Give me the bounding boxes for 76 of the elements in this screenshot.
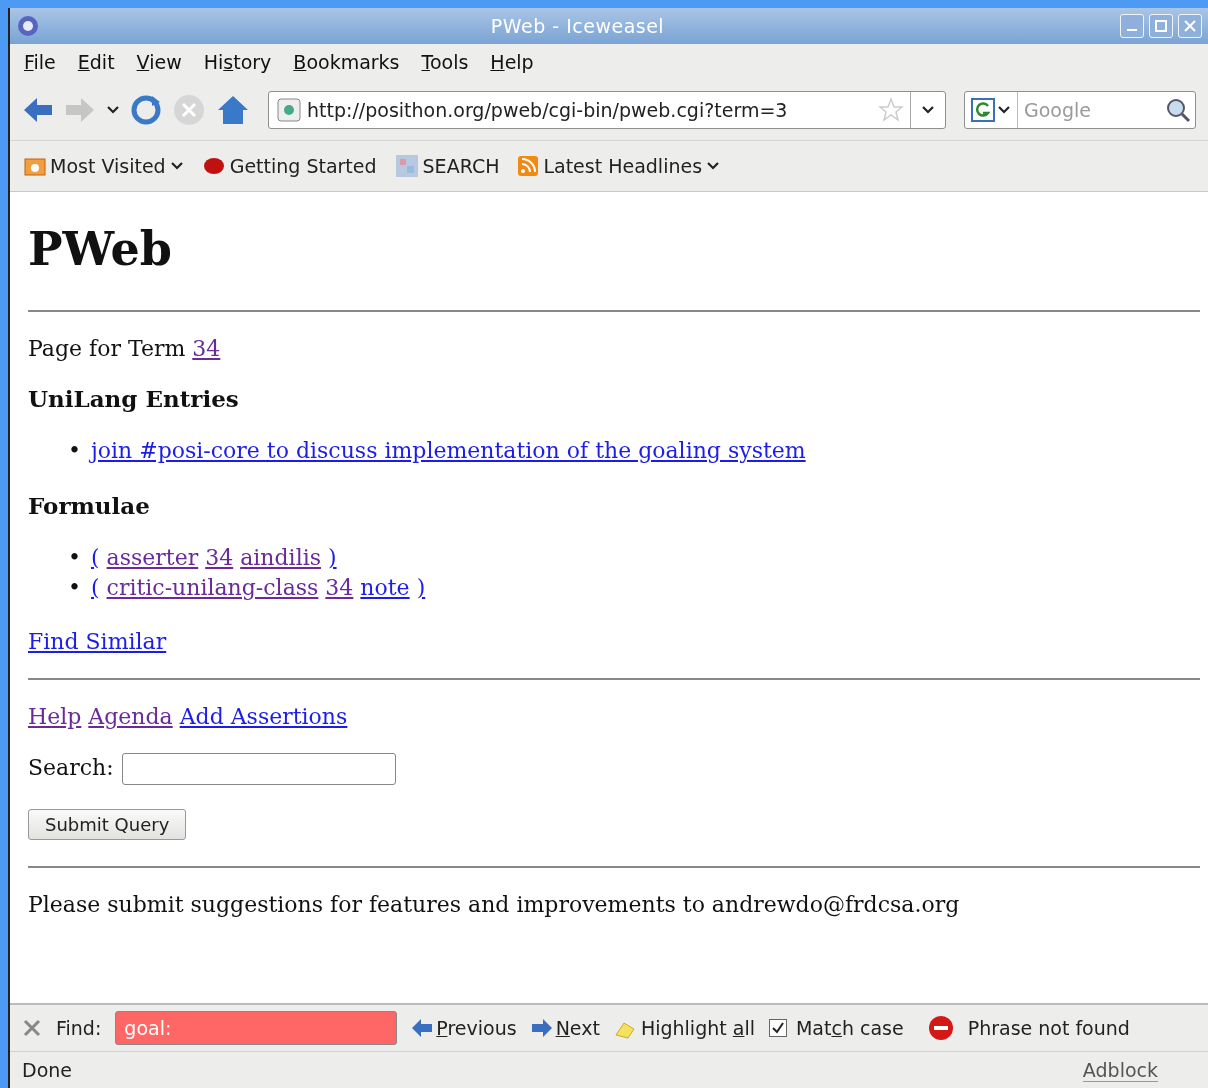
- link[interactable]: (: [91, 575, 100, 600]
- find-button[interactable]: Highlight all: [613, 1017, 755, 1039]
- link[interactable]: (: [91, 545, 100, 570]
- caret-icon: [169, 161, 184, 171]
- footer-link[interactable]: Help: [28, 704, 82, 729]
- bullet: •: [68, 574, 81, 602]
- link[interactable]: critic-unilang-class: [106, 575, 319, 600]
- link[interactable]: ): [416, 575, 426, 600]
- error-icon: [927, 1015, 954, 1041]
- check-icon: [771, 1022, 784, 1034]
- back-icon[interactable]: [22, 95, 54, 125]
- menu-item[interactable]: View: [136, 51, 182, 73]
- match-case-checkbox[interactable]: Match case: [768, 1017, 904, 1039]
- window-title: PWeb - Iceweasel: [489, 15, 666, 37]
- section-heading: UniLang Entries: [28, 385, 240, 412]
- find-button[interactable]: Previous: [411, 1017, 517, 1039]
- link[interactable]: note: [360, 575, 410, 600]
- feed-icon: [517, 155, 540, 177]
- engine-caret-icon: [997, 105, 1011, 115]
- bookmark-item[interactable]: Getting Started: [201, 155, 377, 177]
- right-arrow-icon: [530, 1018, 553, 1038]
- section-heading: Formulae: [28, 492, 151, 519]
- home-icon[interactable]: [216, 94, 250, 126]
- menu-item[interactable]: Help: [490, 51, 534, 73]
- search-label: Search:: [28, 755, 114, 780]
- link[interactable]: 34: [205, 545, 234, 570]
- close-button[interactable]: [1178, 14, 1202, 38]
- status-text: Done: [22, 1059, 72, 1081]
- page-heading: PWeb: [28, 222, 173, 276]
- search-box[interactable]: Google: [964, 91, 1196, 129]
- term-label: Page for Term: [28, 336, 187, 361]
- search-icon[interactable]: [1165, 97, 1191, 123]
- adblock-link[interactable]: Adblock: [1082, 1058, 1158, 1082]
- find-status: Phrase not found: [967, 1017, 1130, 1039]
- history-caret-icon: [106, 105, 120, 115]
- left-arrow-icon: [411, 1018, 434, 1038]
- folder-icon: [24, 155, 46, 177]
- menu-item[interactable]: Edit: [77, 51, 115, 73]
- link[interactable]: join #posi-core to discuss implementation of the goaling system: [91, 438, 806, 463]
- bookmark-item[interactable]: Latest Headlines: [517, 155, 721, 177]
- engine-icon[interactable]: [971, 98, 995, 122]
- minimize-icon: [1127, 29, 1137, 31]
- bullet: •: [68, 437, 81, 465]
- link[interactable]: aindilis: [240, 545, 321, 570]
- close-icon: [1184, 20, 1196, 32]
- page-icon: [277, 98, 301, 122]
- menu-item[interactable]: Tools: [421, 51, 469, 73]
- link[interactable]: ): [328, 545, 337, 570]
- menu-item[interactable]: History: [203, 51, 272, 73]
- dropdown-caret-icon: [921, 105, 935, 115]
- find-label: Find:: [56, 1017, 102, 1039]
- find-button[interactable]: Next: [530, 1017, 600, 1039]
- bookmark-item[interactable]: SEARCH: [394, 154, 500, 178]
- menu-item[interactable]: File: [24, 51, 56, 73]
- bullet: •: [68, 544, 81, 572]
- close-icon[interactable]: [22, 1018, 42, 1038]
- footer-link[interactable]: Add Assertions: [179, 704, 348, 729]
- minimize-button[interactable]: [1120, 14, 1144, 38]
- search-field[interactable]: [121, 753, 396, 785]
- term-link[interactable]: 34: [192, 336, 221, 361]
- submit-button[interactable]: Submit Query: [28, 809, 187, 840]
- caret-icon: [706, 161, 721, 171]
- maximize-button[interactable]: [1149, 14, 1173, 38]
- address-bar[interactable]: http://posithon.org/pweb/cgi-bin/pweb.cgi?term=3: [268, 91, 946, 129]
- link[interactable]: 34: [325, 575, 354, 600]
- bookmark-item[interactable]: Most Visited: [24, 155, 184, 177]
- maximize-icon: [1155, 20, 1167, 32]
- star-icon[interactable]: [878, 97, 904, 123]
- pattern-icon: [394, 154, 419, 178]
- find-similar-link[interactable]: Find Similar: [28, 629, 167, 654]
- footer-link[interactable]: Agenda: [88, 704, 173, 729]
- link[interactable]: asserter: [106, 545, 199, 570]
- globe-icon: [16, 14, 40, 38]
- menu-item[interactable]: Bookmarks: [293, 51, 400, 73]
- contact-text: Please submit suggestions for features and improvements to andrewdo@frdcsa.org: [28, 892, 961, 917]
- reload-icon[interactable]: [130, 94, 162, 126]
